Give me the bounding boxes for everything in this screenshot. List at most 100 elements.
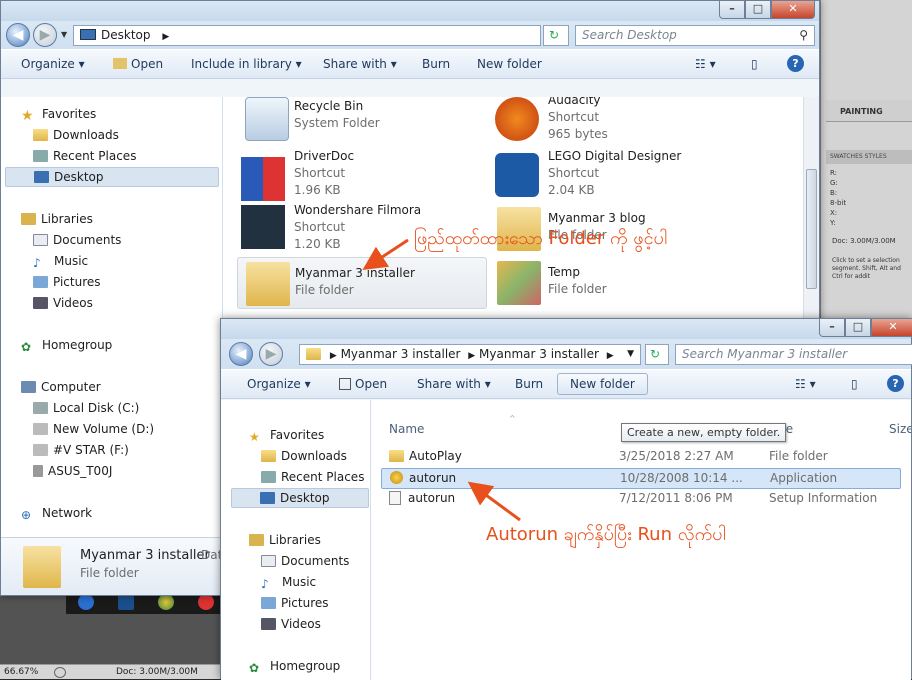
star-icon: ★: [21, 108, 34, 124]
taskbar-app-icon[interactable]: [78, 594, 94, 610]
file-tile[interactable]: LEGO Digital Designer Shortcut 2.04 KB: [491, 149, 741, 199]
nav-videos[interactable]: Videos: [261, 617, 321, 631]
new-folder-button[interactable]: New folder: [557, 373, 648, 395]
column-header-size[interactable]: Size: [889, 422, 911, 436]
breadcrumb-chevron-icon[interactable]: ▶: [607, 351, 614, 361]
organize-button[interactable]: Organize ▾: [247, 377, 311, 391]
painting-workspace-label[interactable]: PAINTING: [826, 100, 912, 122]
address-bar[interactable]: ▶ Myanmar 3 installer ▶ Myanmar 3 instal…: [299, 344, 641, 365]
search-input[interactable]: Search Myanmar 3 installer: [675, 344, 912, 365]
nav-documents[interactable]: Documents: [33, 233, 121, 247]
new-folder-button[interactable]: New folder: [477, 57, 542, 71]
title-bar[interactable]: – □ ✕: [1, 1, 819, 21]
organize-button[interactable]: Organize ▾: [21, 57, 85, 71]
share-with-button[interactable]: Share with ▾: [417, 377, 491, 391]
close-button[interactable]: ✕: [871, 319, 912, 337]
preview-pane-icon[interactable]: ▯: [851, 377, 858, 391]
breadcrumb-chevron-icon[interactable]: ▶: [330, 351, 337, 361]
nav-network[interactable]: ⊕ Network: [21, 506, 92, 522]
nav-pictures[interactable]: Pictures: [261, 596, 329, 610]
forward-button[interactable]: ▶: [259, 342, 283, 366]
row-date: 7/12/2011 8:06 PM: [619, 491, 733, 505]
nav-videos[interactable]: Videos: [33, 296, 93, 310]
nav-documents[interactable]: Documents: [261, 554, 349, 568]
burn-button[interactable]: Burn: [422, 57, 450, 71]
close-button[interactable]: ✕: [771, 1, 815, 19]
zoom-level[interactable]: 66.67%: [4, 667, 38, 677]
search-icon[interactable]: ⚲: [799, 26, 808, 45]
minimize-button[interactable]: –: [819, 319, 845, 337]
nav-favorites[interactable]: ★ Favorites: [21, 107, 96, 123]
share-with-button[interactable]: Share with ▾: [323, 57, 397, 71]
address-dropdown-icon[interactable]: ▼: [627, 345, 634, 364]
column-header-name[interactable]: Name: [389, 422, 424, 436]
recent-pages-chevron-icon[interactable]: ▼: [61, 30, 67, 39]
minimize-button[interactable]: –: [719, 1, 745, 19]
refresh-button[interactable]: ↻: [645, 344, 669, 365]
documents-icon: [33, 234, 48, 246]
maximize-button[interactable]: □: [745, 1, 771, 19]
nav-desktop[interactable]: Desktop: [5, 167, 219, 187]
breadcrumb-chevron-icon[interactable]: ▶: [162, 32, 169, 42]
nav-libraries[interactable]: Libraries: [249, 533, 321, 547]
address-row: ◀ ▶ ▶ Myanmar 3 installer ▶ Myanmar 3 in…: [221, 339, 912, 369]
change-view-icon[interactable]: ☷ ▾: [795, 377, 816, 391]
nav-favorites[interactable]: ★ Favorites: [249, 428, 324, 444]
file-tile[interactable]: Temp File folder: [491, 257, 741, 309]
new-folder-tooltip: Create a new, empty folder.: [621, 423, 787, 442]
maximize-button[interactable]: □: [845, 319, 871, 337]
info-bit: 8-bit: [830, 199, 847, 207]
music-icon: ♪: [261, 577, 269, 591]
nav-disk-f[interactable]: #V STAR (F:): [33, 443, 129, 457]
table-row[interactable]: AutoPlay 3/25/2018 2:27 AM File folder: [389, 449, 909, 463]
nav-downloads[interactable]: Downloads: [33, 128, 119, 142]
breadcrumb-item[interactable]: Myanmar 3 installer: [341, 347, 461, 361]
table-row[interactable]: autorun 7/12/2011 8:06 PM Setup Informat…: [389, 491, 909, 505]
help-icon[interactable]: ?: [787, 55, 804, 72]
change-view-icon[interactable]: ☷ ▾: [695, 57, 716, 71]
title-bar[interactable]: – □ ✕: [221, 319, 912, 339]
nav-homegroup[interactable]: ✿ Homegroup: [21, 338, 112, 354]
nav-music[interactable]: ♪ Music: [261, 575, 316, 591]
nav-asus[interactable]: ASUS_T00J: [33, 464, 112, 478]
homegroup-icon: ✿: [249, 661, 260, 675]
open-button[interactable]: Open: [113, 57, 163, 71]
nav-libraries[interactable]: Libraries: [21, 212, 93, 226]
nav-homegroup[interactable]: ✿ Homegroup: [249, 659, 340, 675]
back-button[interactable]: ◀: [229, 342, 253, 366]
nav-computer[interactable]: Computer: [21, 380, 101, 394]
scrollbar-thumb[interactable]: [806, 169, 817, 289]
breadcrumb-desktop[interactable]: Desktop: [101, 28, 151, 42]
refresh-button[interactable]: ↻: [543, 25, 569, 46]
taskbar-app-icon[interactable]: [198, 594, 214, 610]
address-bar[interactable]: Desktop ▶: [73, 25, 541, 46]
nav-music[interactable]: ♪ Music: [33, 254, 88, 270]
back-button[interactable]: ◀: [6, 23, 30, 47]
open-button[interactable]: Open: [339, 377, 387, 391]
breadcrumb-item[interactable]: Myanmar 3 installer: [479, 347, 599, 361]
burn-button[interactable]: Burn: [515, 377, 543, 391]
nav-desktop[interactable]: Desktop: [231, 488, 369, 508]
file-tile[interactable]: Recycle Bin System Folder: [237, 97, 473, 147]
file-tile[interactable]: DriverDoc Shortcut 1.96 KB: [237, 149, 473, 201]
nav-downloads[interactable]: Downloads: [261, 449, 347, 463]
file-tile[interactable]: Audacity Shortcut 965 bytes: [491, 97, 741, 147]
nav-pictures[interactable]: Pictures: [33, 275, 101, 289]
nav-recent-places[interactable]: Recent Places: [261, 470, 364, 484]
search-input[interactable]: Search Desktop ⚲: [575, 25, 815, 46]
swatches-styles-tabs[interactable]: SWATCHES STYLES: [826, 150, 912, 164]
nav-disk-d[interactable]: New Volume (D:): [33, 422, 154, 436]
forward-button[interactable]: ▶: [33, 23, 57, 47]
help-icon[interactable]: ?: [887, 375, 904, 392]
file-tile-selected[interactable]: Myanmar 3 installer File folder: [237, 257, 487, 309]
nav-recent-places[interactable]: Recent Places: [33, 149, 136, 163]
chrome-icon[interactable]: [158, 594, 174, 610]
taskbar-app-icon[interactable]: [118, 594, 134, 610]
desktop-icon: [260, 492, 275, 504]
nav-disk-c[interactable]: Local Disk (C:): [33, 401, 139, 415]
preview-pane-icon[interactable]: ▯: [751, 57, 758, 71]
include-in-library-button[interactable]: Include in library ▾: [191, 57, 302, 71]
table-row-selected[interactable]: autorun 10/28/2008 10:14 ... Application: [381, 468, 901, 489]
status-icon: [54, 667, 66, 678]
breadcrumb-chevron-icon[interactable]: ▶: [468, 351, 475, 361]
